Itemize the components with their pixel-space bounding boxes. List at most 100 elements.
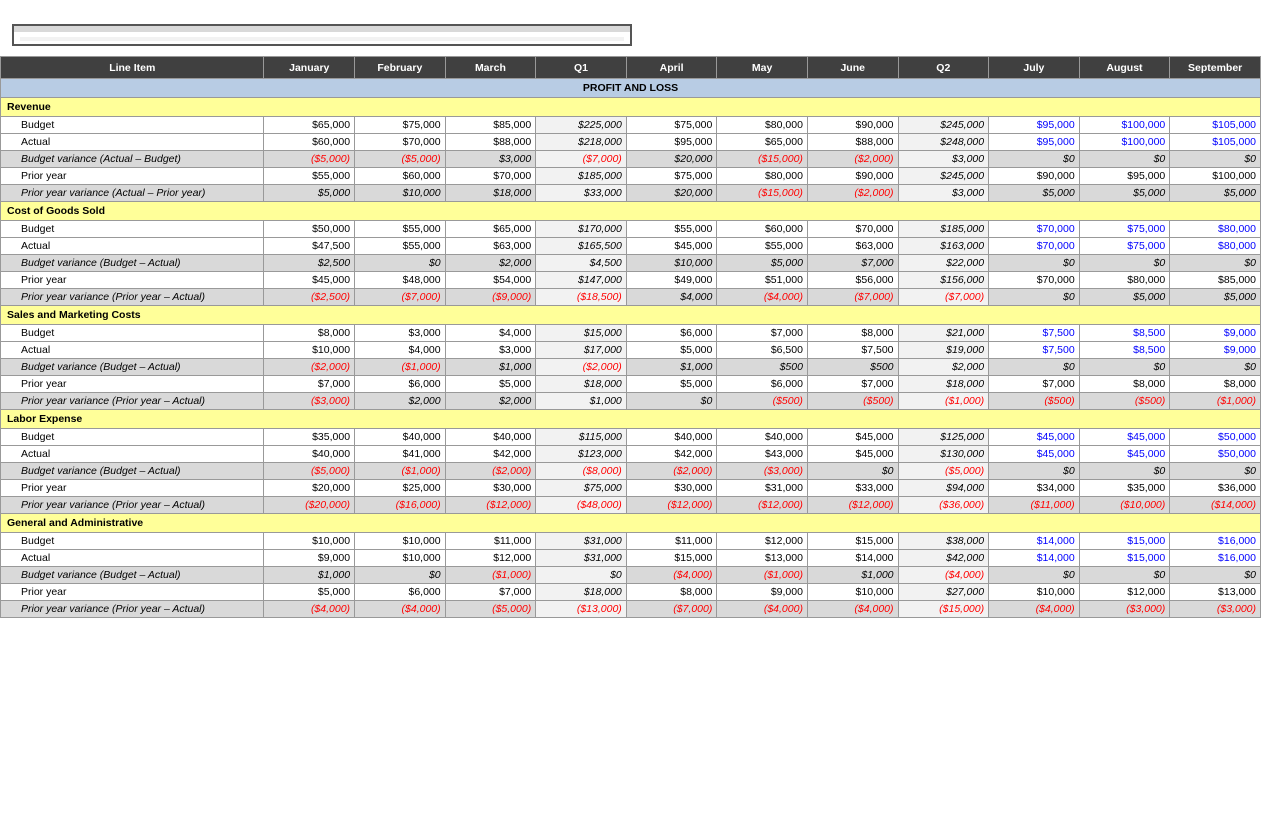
col-february: February <box>355 57 446 79</box>
cell-value: $9,000 <box>264 550 355 567</box>
cell-value: ($500) <box>717 393 808 410</box>
cell-value: $13,000 <box>1170 584 1261 601</box>
cell-value: $30,000 <box>626 480 717 497</box>
cell-value: $6,500 <box>717 342 808 359</box>
cell-value: ($2,000) <box>445 463 536 480</box>
cell-value: $31,000 <box>717 480 808 497</box>
cell-value: $95,000 <box>626 134 717 151</box>
cell-value: $5,000 <box>264 185 355 202</box>
row-label: Budget <box>1 429 264 446</box>
table-row: Budget$50,000$55,000$65,000$170,000$55,0… <box>1 221 1261 238</box>
col-april: April <box>626 57 717 79</box>
cell-value: ($15,000) <box>717 151 808 168</box>
cell-value: ($13,000) <box>536 601 627 618</box>
col-july: July <box>989 57 1080 79</box>
cell-value: $16,000 <box>1170 533 1261 550</box>
profit-loss-label: PROFIT AND LOSS <box>1 79 1261 98</box>
cell-value: $5,000 <box>717 255 808 272</box>
cell-value: $15,000 <box>626 550 717 567</box>
cell-value: $40,000 <box>355 429 446 446</box>
cell-value: $5,000 <box>1170 289 1261 306</box>
cell-value: ($11,000) <box>989 497 1080 514</box>
cell-value: $7,000 <box>445 584 536 601</box>
cell-value: $8,000 <box>1079 376 1170 393</box>
cell-value: $40,000 <box>264 446 355 463</box>
section-header: Labor Expense <box>1 410 1261 429</box>
cell-value: $85,000 <box>1170 272 1261 289</box>
cell-value: $38,000 <box>898 533 989 550</box>
cell-value: ($5,000) <box>898 463 989 480</box>
row-label: Actual <box>1 134 264 151</box>
cell-value: $22,000 <box>898 255 989 272</box>
cell-value: $11,000 <box>626 533 717 550</box>
cell-value: $0 <box>1170 463 1261 480</box>
cell-value: $105,000 <box>1170 117 1261 134</box>
cell-value: $70,000 <box>989 272 1080 289</box>
cell-value: $5,000 <box>626 376 717 393</box>
cell-value: $3,000 <box>445 151 536 168</box>
cell-value: ($20,000) <box>264 497 355 514</box>
col-march: March <box>445 57 536 79</box>
table-row: Prior year$45,000$48,000$54,000$147,000$… <box>1 272 1261 289</box>
cell-value: $65,000 <box>264 117 355 134</box>
cell-value: ($5,000) <box>355 151 446 168</box>
cell-value: $45,000 <box>264 272 355 289</box>
cell-value: ($7,000) <box>355 289 446 306</box>
cell-value: ($8,000) <box>536 463 627 480</box>
cell-value: $3,000 <box>355 325 446 342</box>
cell-value: $80,000 <box>717 168 808 185</box>
cell-value: ($15,000) <box>717 185 808 202</box>
cell-value: $20,000 <box>626 151 717 168</box>
cell-value: $100,000 <box>1170 168 1261 185</box>
cell-value: $21,000 <box>898 325 989 342</box>
col-june: June <box>807 57 898 79</box>
cell-value: $55,000 <box>626 221 717 238</box>
cell-value: $7,500 <box>989 342 1080 359</box>
row-label: Actual <box>1 446 264 463</box>
cell-value: $0 <box>989 567 1080 584</box>
cell-value: $10,000 <box>807 584 898 601</box>
table-row: Prior year variance (Actual – Prior year… <box>1 185 1261 202</box>
table-row: Actual$60,000$70,000$88,000$218,000$95,0… <box>1 134 1261 151</box>
cell-value: ($4,000) <box>989 601 1080 618</box>
row-label: Budget <box>1 533 264 550</box>
cell-value: ($4,000) <box>898 567 989 584</box>
cell-value: $245,000 <box>898 168 989 185</box>
cell-value: ($500) <box>1079 393 1170 410</box>
cell-value: $8,500 <box>1079 325 1170 342</box>
col-q2: Q2 <box>898 57 989 79</box>
cell-value: $17,000 <box>536 342 627 359</box>
cell-value: $55,000 <box>717 238 808 255</box>
table-row: Budget variance (Budget – Actual)$1,000$… <box>1 567 1261 584</box>
col-line-item: Line Item <box>1 57 264 79</box>
section-header-label: Sales and Marketing Costs <box>1 306 1261 325</box>
cell-value: ($2,000) <box>807 151 898 168</box>
cell-value: $45,000 <box>807 446 898 463</box>
cell-value: ($12,000) <box>445 497 536 514</box>
cell-value: $115,000 <box>536 429 627 446</box>
table-row: Budget variance (Budget – Actual)($5,000… <box>1 463 1261 480</box>
row-label: Budget <box>1 325 264 342</box>
table-row: Prior year variance (Prior year – Actual… <box>1 601 1261 618</box>
row-label: Prior year variance (Prior year – Actual… <box>1 393 264 410</box>
cell-value: ($2,000) <box>807 185 898 202</box>
cell-value: $0 <box>1170 359 1261 376</box>
cell-value: $8,000 <box>1170 376 1261 393</box>
cell-value: $3,000 <box>445 342 536 359</box>
cell-value: ($5,000) <box>264 151 355 168</box>
cell-value: ($9,000) <box>445 289 536 306</box>
cell-value: $18,000 <box>445 185 536 202</box>
cell-value: $34,000 <box>989 480 1080 497</box>
cell-value: ($16,000) <box>355 497 446 514</box>
table-row: Actual$40,000$41,000$42,000$123,000$42,0… <box>1 446 1261 463</box>
cell-value: $95,000 <box>1079 168 1170 185</box>
cell-value: $3,000 <box>898 185 989 202</box>
cell-value: ($1,000) <box>1170 393 1261 410</box>
cell-value: $0 <box>989 289 1080 306</box>
table-row: Prior year variance (Prior year – Actual… <box>1 289 1261 306</box>
row-label: Prior year <box>1 584 264 601</box>
cell-value: $5,000 <box>989 185 1080 202</box>
cell-value: $12,000 <box>717 533 808 550</box>
cell-value: ($7,000) <box>807 289 898 306</box>
cell-value: $8,000 <box>626 584 717 601</box>
